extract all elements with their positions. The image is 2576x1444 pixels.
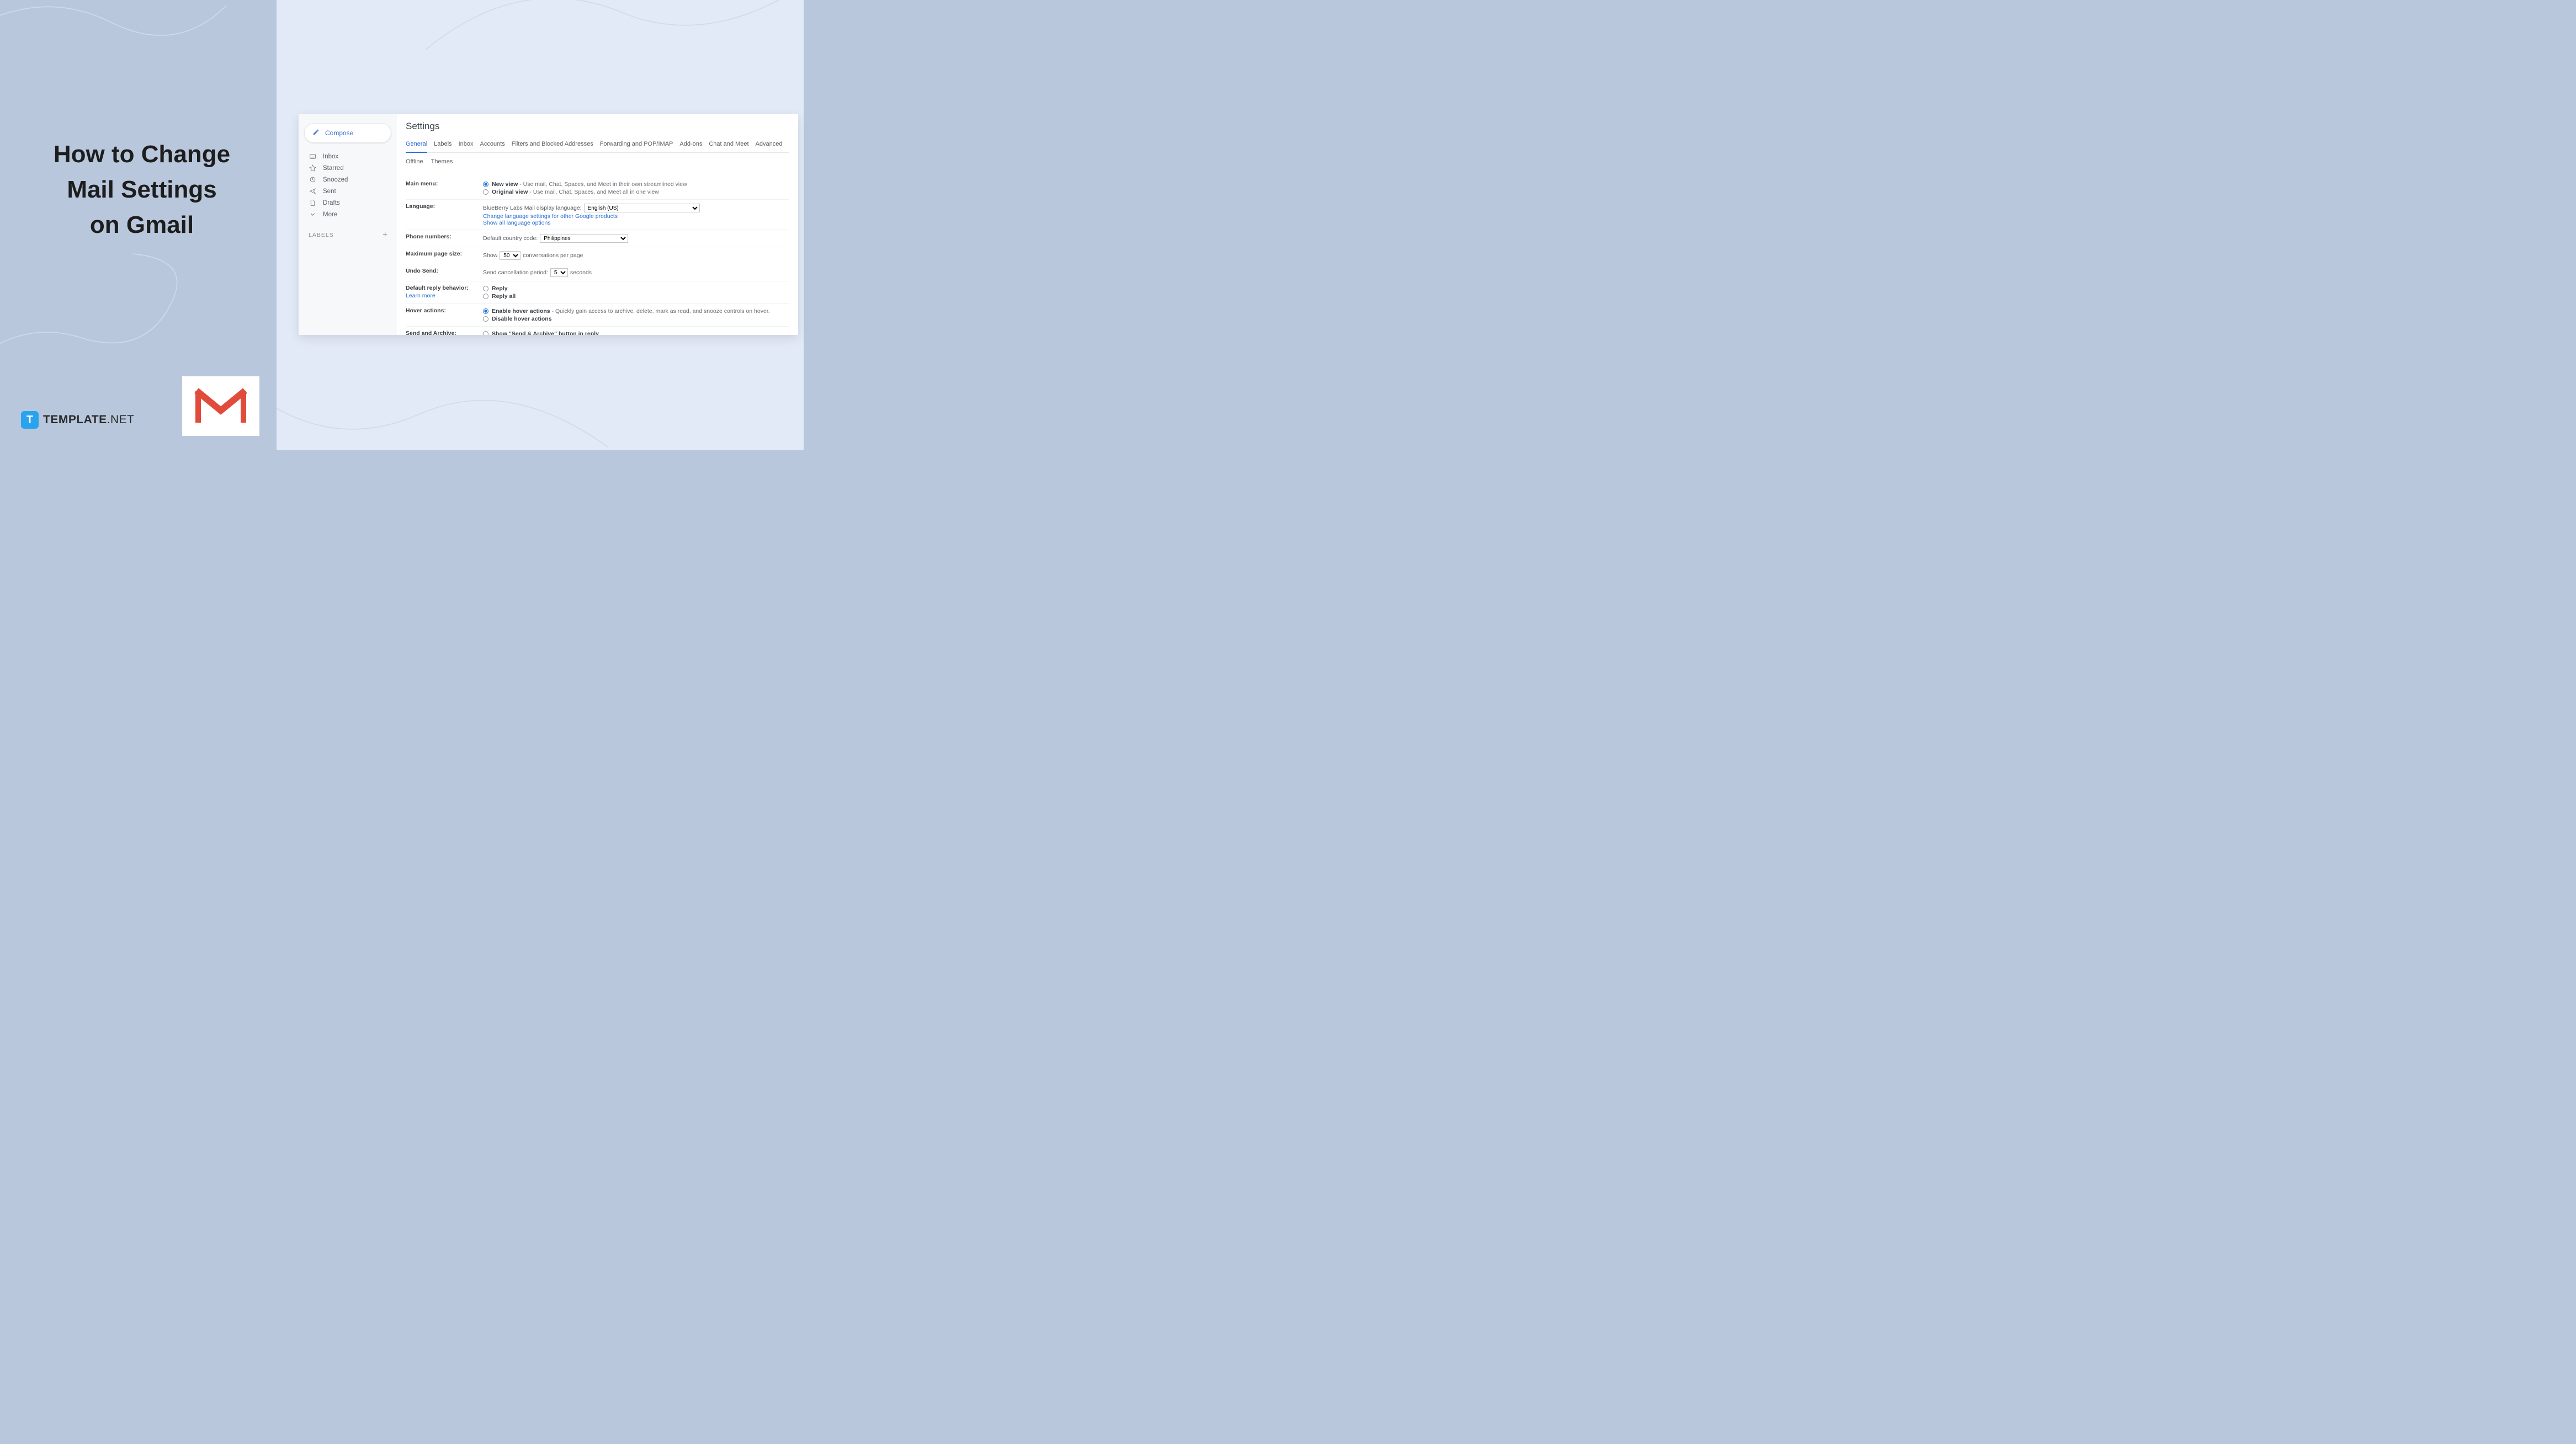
labels-heading: LABELS + <box>299 220 397 239</box>
gmail-settings-screenshot: Compose Inbox Starred Snoozed Sent Draft… <box>299 114 798 335</box>
row-label: Main menu: <box>406 180 483 196</box>
inbox-icon <box>309 153 316 160</box>
undo-period-select[interactable]: 5 <box>550 268 568 277</box>
option-disable-hover[interactable]: Disable hover actions <box>483 315 789 323</box>
pagesize-prefix: Show <box>483 252 497 259</box>
tab-addons[interactable]: Add-ons <box>679 138 702 152</box>
row-label: Undo Send: <box>406 268 483 278</box>
settings-title: Settings <box>406 121 789 132</box>
gmail-logo <box>182 376 259 436</box>
tab-themes[interactable]: Themes <box>431 156 453 169</box>
sidebar-item-snoozed[interactable]: Snoozed <box>299 174 397 185</box>
row-hover-actions: Hover actions: Enable hover actions - Qu… <box>406 303 789 326</box>
sidebar-item-drafts[interactable]: Drafts <box>299 197 397 209</box>
row-page-size: Maximum page size: Show 50 conversations… <box>406 247 789 264</box>
gmail-sidebar: Compose Inbox Starred Snoozed Sent Draft… <box>299 114 397 335</box>
sidebar-label: More <box>323 211 337 218</box>
settings-body: Main menu: New view - Use mail, Chat, Sp… <box>406 177 789 335</box>
settings-tabs-row2: Offline Themes <box>406 156 789 169</box>
sidebar-label: Drafts <box>323 200 340 206</box>
sidebar-item-starred[interactable]: Starred <box>299 162 397 174</box>
row-main-menu: Main menu: New view - Use mail, Chat, Sp… <box>406 177 789 199</box>
template-icon: T <box>21 411 39 429</box>
sidebar-item-more[interactable]: More <box>299 209 397 220</box>
show-language-options-link[interactable]: Show all language options <box>483 220 551 226</box>
sidebar-label: Inbox <box>323 153 338 160</box>
option-reply[interactable]: Reply <box>483 285 789 292</box>
radio-icon <box>483 182 488 187</box>
sidebar-label: Snoozed <box>323 177 348 183</box>
option-new-view[interactable]: New view - Use mail, Chat, Spaces, and M… <box>483 180 789 188</box>
sidebar-item-inbox[interactable]: Inbox <box>299 151 397 162</box>
file-icon <box>309 199 316 206</box>
send-icon <box>309 188 316 195</box>
radio-icon <box>483 189 488 195</box>
row-language: Language: BlueBerry Labs Mail display la… <box>406 199 789 230</box>
compose-label: Compose <box>325 129 353 137</box>
change-language-link[interactable]: Change language settings for other Googl… <box>483 213 618 220</box>
tab-filters[interactable]: Filters and Blocked Addresses <box>512 138 593 152</box>
tab-advanced[interactable]: Advanced <box>756 138 783 152</box>
star-icon <box>309 164 316 172</box>
tab-accounts[interactable]: Accounts <box>480 138 504 152</box>
row-send-archive: Send and Archive: Show "Send & Archive" … <box>406 326 789 335</box>
sidebar-label: Starred <box>323 165 344 172</box>
language-prefix: BlueBerry Labs Mail display language: <box>483 205 582 211</box>
radio-icon <box>483 286 488 291</box>
tab-inbox[interactable]: Inbox <box>459 138 474 152</box>
row-phone: Phone numbers: Default country code: Phi… <box>406 230 789 247</box>
compose-button[interactable]: Compose <box>304 123 391 143</box>
row-label: Send and Archive: <box>406 330 483 335</box>
tab-offline[interactable]: Offline <box>406 156 423 169</box>
learn-more-link[interactable]: Learn more <box>406 292 483 299</box>
hero-title: How to Change Mail Settings on Gmail <box>26 137 258 242</box>
undo-suffix: seconds <box>570 269 592 276</box>
row-reply-behavior: Default reply behavior: Learn more Reply… <box>406 281 789 303</box>
brand-text: TEMPLATE.NET <box>43 413 134 427</box>
row-label: Language: <box>406 203 483 226</box>
country-code-select[interactable]: Philippines <box>540 234 628 243</box>
settings-panel: Settings General Labels Inbox Accounts F… <box>397 114 798 335</box>
tab-chat-meet[interactable]: Chat and Meet <box>709 138 748 152</box>
option-original-view[interactable]: Original view - Use mail, Chat, Spaces, … <box>483 188 789 196</box>
hero-line-2: Mail Settings <box>26 172 258 207</box>
option-show-send-archive[interactable]: Show "Send & Archive" button in reply <box>483 330 789 335</box>
hero-line-1: How to Change <box>26 137 258 172</box>
tab-general[interactable]: General <box>406 138 427 153</box>
radio-icon <box>483 331 488 335</box>
row-label: Hover actions: <box>406 307 483 323</box>
radio-icon <box>483 316 488 322</box>
hero-line-3: on Gmail <box>26 207 258 243</box>
phone-prefix: Default country code: <box>483 235 538 242</box>
pencil-icon <box>312 129 320 137</box>
row-undo-send: Undo Send: Send cancellation period: 5 s… <box>406 264 789 281</box>
row-label: Phone numbers: <box>406 233 483 243</box>
add-label-button[interactable]: + <box>383 230 388 239</box>
tab-labels[interactable]: Labels <box>434 138 452 152</box>
brand-logo: T TEMPLATE.NET <box>21 411 134 429</box>
tab-forwarding[interactable]: Forwarding and POP/IMAP <box>600 138 673 152</box>
sidebar-label: Sent <box>323 188 336 195</box>
radio-icon <box>483 308 488 314</box>
chevron-down-icon <box>309 211 316 218</box>
radio-icon <box>483 294 488 299</box>
row-label: Default reply behavior: Learn more <box>406 285 483 300</box>
pagesize-suffix: conversations per page <box>523 252 583 259</box>
settings-tabs: General Labels Inbox Accounts Filters an… <box>406 138 789 153</box>
clock-icon <box>309 176 316 183</box>
row-label: Maximum page size: <box>406 251 483 260</box>
undo-prefix: Send cancellation period: <box>483 269 548 276</box>
option-reply-all[interactable]: Reply all <box>483 292 789 300</box>
sidebar-item-sent[interactable]: Sent <box>299 185 397 197</box>
page-size-select[interactable]: 50 <box>500 251 520 260</box>
language-select[interactable]: English (US) <box>584 204 700 212</box>
option-enable-hover[interactable]: Enable hover actions - Quickly gain acce… <box>483 307 789 315</box>
